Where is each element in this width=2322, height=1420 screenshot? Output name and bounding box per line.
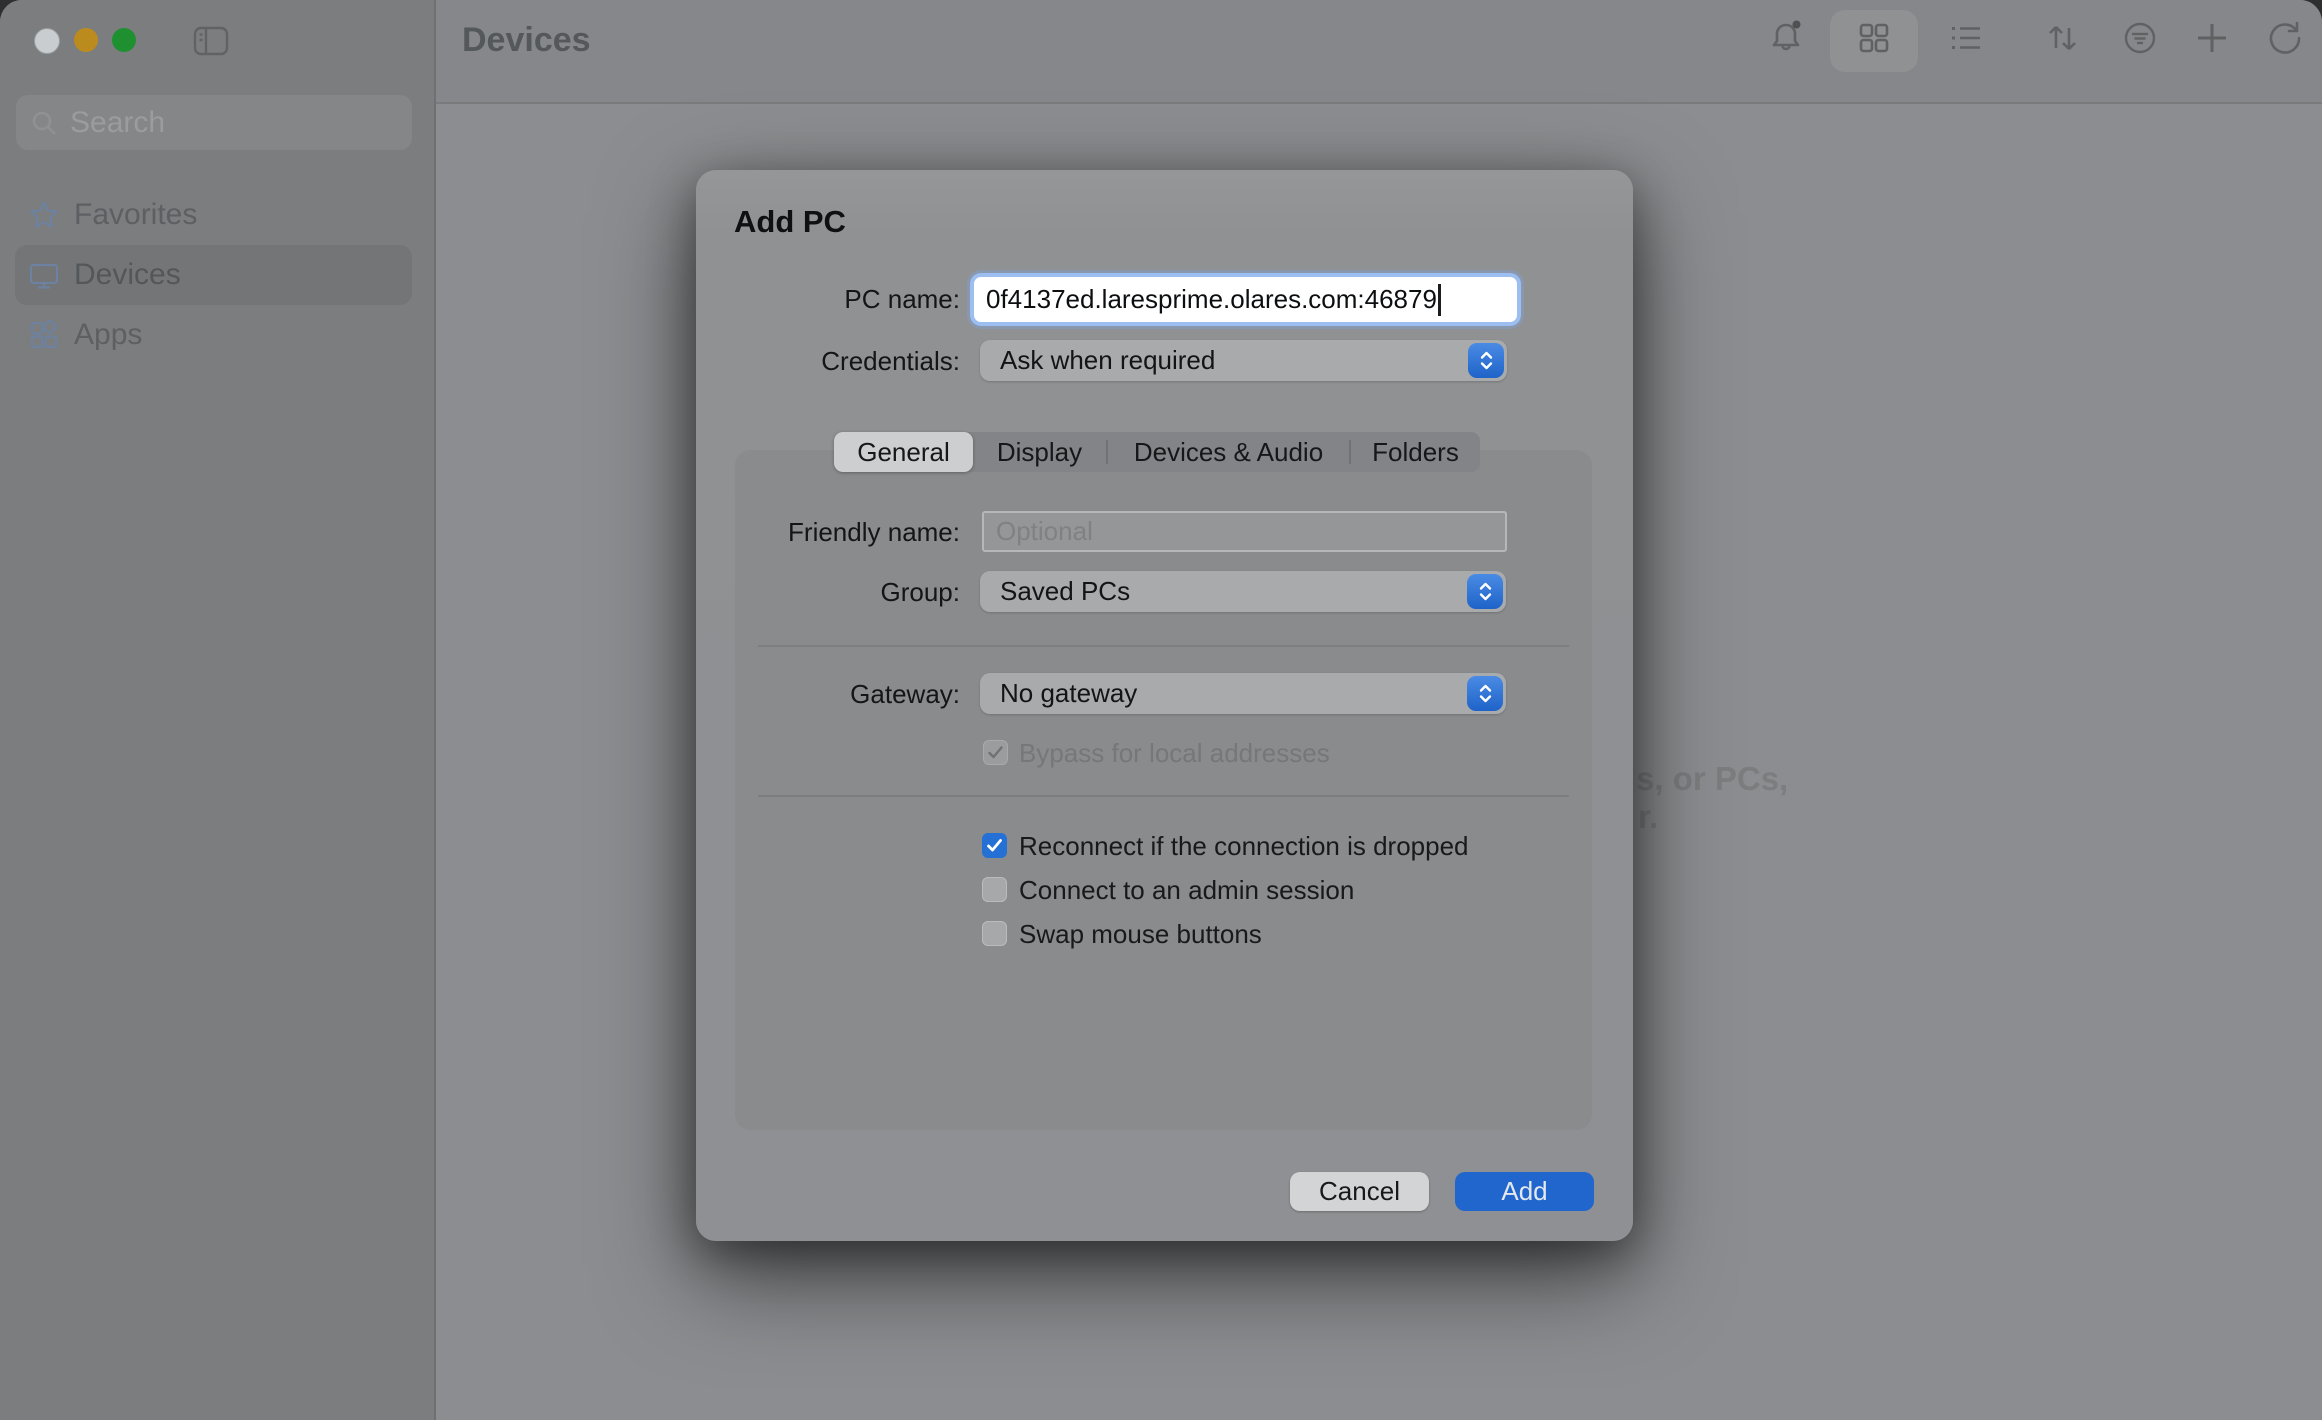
list-view-button[interactable]: [1944, 16, 1988, 60]
dropdown-stepper-icon: [1467, 574, 1503, 609]
credentials-label: Credentials:: [696, 344, 960, 378]
empty-state-text-line2: r.: [1638, 798, 1658, 836]
swap-mouse-label: Swap mouse buttons: [1019, 917, 1262, 951]
tab-general[interactable]: General: [834, 432, 973, 472]
dialog-title: Add PC: [734, 204, 846, 240]
grid-view-icon: [1852, 16, 1896, 60]
search-input[interactable]: Search: [16, 95, 412, 150]
window-minimize-button[interactable]: [74, 28, 98, 52]
friendly-name-input[interactable]: [982, 511, 1507, 552]
section-divider: [758, 795, 1569, 797]
filter-icon: [2118, 16, 2162, 60]
friendly-name-label: Friendly name:: [696, 515, 960, 549]
bypass-local-checkbox: [983, 740, 1008, 765]
filter-button[interactable]: [2118, 16, 2162, 60]
notification-badge-dot: [1793, 21, 1801, 29]
sidebar-toggle-icon[interactable]: [193, 26, 229, 56]
sidebar-item-apps[interactable]: Apps: [15, 305, 412, 365]
notifications-bell-icon: [1764, 16, 1808, 60]
sidebar-item-favorites[interactable]: Favorites: [15, 185, 412, 245]
list-view-icon: [1944, 16, 1988, 60]
refresh-icon: [2263, 16, 2307, 60]
apps-grid-icon: [28, 319, 60, 351]
dropdown-stepper-icon: [1467, 676, 1503, 711]
grid-view-button[interactable]: [1852, 16, 1896, 60]
sidebar: Search Favorites Devices: [0, 0, 436, 1420]
sidebar-item-label: Favorites: [74, 198, 197, 232]
app-window: Search Favorites Devices: [0, 0, 2322, 1420]
empty-state-text-line1: s, or PCs,: [1636, 760, 1788, 798]
tab-display[interactable]: Display: [973, 432, 1106, 472]
section-divider: [758, 645, 1569, 647]
add-icon: [2190, 16, 2234, 60]
toolbar: Devices: [436, 0, 2322, 104]
sort-button[interactable]: [2040, 16, 2084, 60]
bypass-local-label: Bypass for local addresses: [1019, 736, 1330, 770]
add-button[interactable]: Add: [1455, 1172, 1594, 1211]
pc-name-label: PC name:: [696, 282, 960, 316]
group-label: Group:: [696, 575, 960, 609]
checkmark-icon: [986, 838, 1003, 853]
gateway-value: No gateway: [1000, 678, 1467, 709]
tab-folders[interactable]: Folders: [1351, 432, 1480, 472]
refresh-button[interactable]: [2263, 16, 2307, 60]
search-placeholder: Search: [70, 106, 165, 140]
tab-devices-audio[interactable]: Devices & Audio: [1108, 432, 1349, 472]
credentials-select[interactable]: Ask when required: [980, 340, 1507, 381]
checkmark-icon: [987, 745, 1004, 760]
monitor-icon: [28, 259, 60, 291]
admin-session-label: Connect to an admin session: [1019, 873, 1354, 907]
star-icon: [28, 199, 60, 231]
window-close-button[interactable]: [34, 28, 60, 54]
reconnect-checkbox[interactable]: [982, 833, 1007, 858]
sidebar-item-devices[interactable]: Devices: [15, 245, 412, 305]
tab-content-panel: [735, 450, 1592, 1130]
dropdown-stepper-icon: [1468, 343, 1504, 378]
add-button-toolbar[interactable]: [2190, 16, 2234, 60]
group-select[interactable]: Saved PCs: [980, 571, 1506, 612]
pc-name-input[interactable]: 0f4137ed.laresprime.olares.com:46879: [974, 277, 1517, 322]
sort-icon: [2040, 16, 2084, 60]
dialog-tabs: General Display Devices & Audio Folders: [834, 432, 1480, 472]
pc-name-value: 0f4137ed.laresprime.olares.com:46879: [986, 284, 1437, 315]
swap-mouse-checkbox[interactable]: [982, 921, 1007, 946]
gateway-select[interactable]: No gateway: [980, 673, 1506, 714]
search-icon: [30, 109, 58, 137]
window-zoom-button[interactable]: [112, 28, 136, 52]
admin-session-checkbox[interactable]: [982, 877, 1007, 902]
gateway-label: Gateway:: [696, 677, 960, 711]
credentials-value: Ask when required: [1000, 345, 1468, 376]
add-pc-dialog: Add PC PC name: 0f4137ed.laresprime.olar…: [696, 170, 1633, 1241]
sidebar-item-label: Apps: [74, 318, 142, 352]
sidebar-item-label: Devices: [74, 258, 181, 292]
notifications-button[interactable]: [1764, 16, 1808, 60]
group-value: Saved PCs: [1000, 576, 1467, 607]
reconnect-label: Reconnect if the connection is dropped: [1019, 829, 1469, 863]
text-caret: [1438, 284, 1441, 316]
cancel-button[interactable]: Cancel: [1290, 1172, 1429, 1211]
page-title: Devices: [462, 21, 591, 60]
